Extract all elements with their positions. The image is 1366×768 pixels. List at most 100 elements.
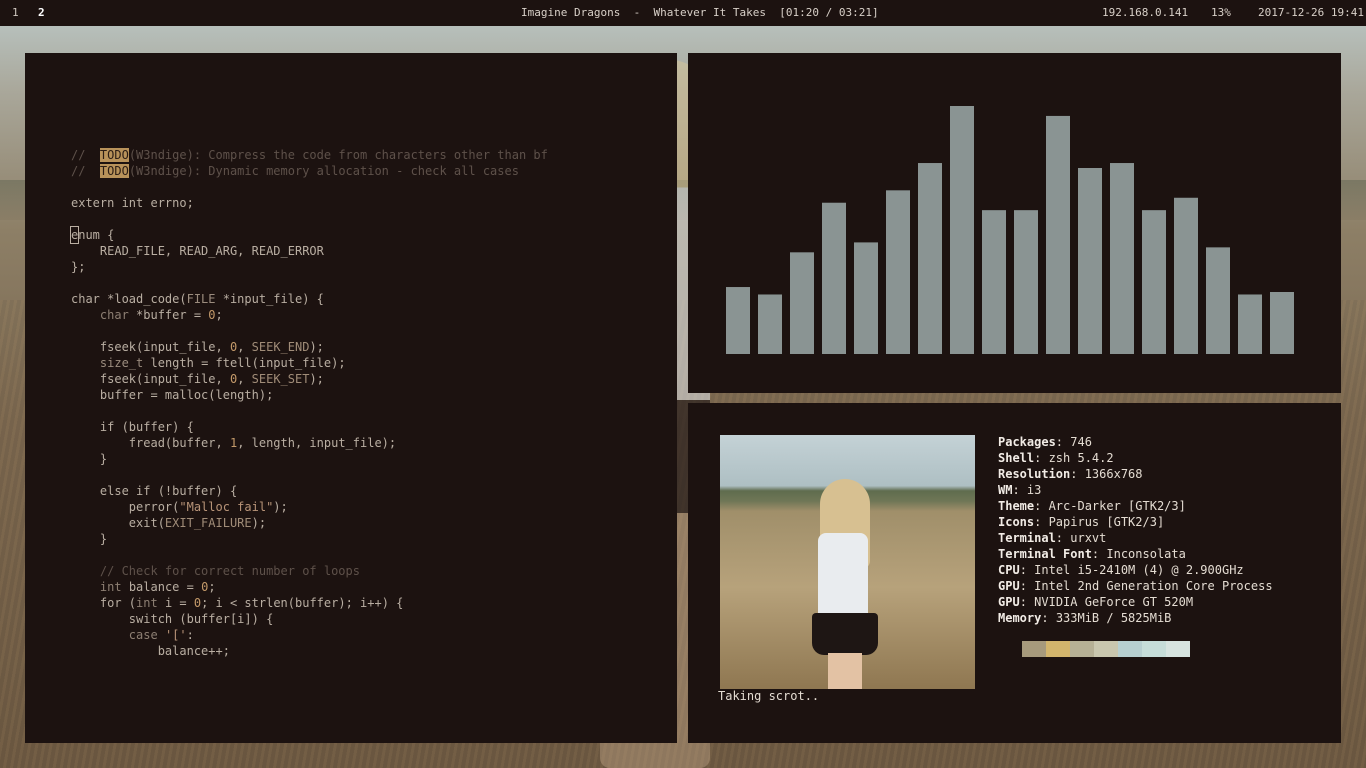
code-token: balance++;: [71, 644, 230, 658]
info-row: Terminal: urxvt: [998, 531, 1107, 545]
info-key: Terminal: [998, 531, 1056, 545]
info-key: Packages: [998, 435, 1056, 449]
visualizer-bar: [1270, 292, 1294, 354]
system-info-list: Packages: 746 Shell: zsh 5.4.2 Resolution:…: [998, 434, 1273, 626]
code-line: // Check for correct number of loops: [71, 563, 548, 579]
code-token: );: [309, 372, 324, 386]
audio-visualizer-window: [688, 53, 1341, 393]
visualizer-bar: [1110, 163, 1134, 354]
info-value: 1366x768: [1084, 467, 1143, 481]
workspace-1[interactable]: 1: [12, 0, 19, 26]
code-token: SEEK_END: [251, 340, 310, 354]
code-token: balance =: [121, 580, 202, 594]
code-line: char *load_code(FILE *input_file) {: [71, 291, 548, 307]
info-key: GPU: [998, 595, 1020, 609]
color-swatch: [1142, 641, 1166, 657]
info-value: urxvt: [1070, 531, 1107, 545]
visualizer-bar: [854, 242, 878, 354]
code-token: char *load_code(: [71, 292, 187, 306]
code-token: );: [251, 516, 267, 530]
volume-level: 13%: [1211, 6, 1231, 19]
code-token: 0: [193, 596, 202, 610]
visualizer-bar: [950, 106, 974, 354]
info-row: WM: i3: [998, 483, 1042, 497]
visualizer-bar: [1078, 168, 1102, 354]
info-value: Intel 2nd Generation Core Process: [1034, 579, 1273, 593]
info-key: Shell: [998, 451, 1035, 465]
code-line: extern int errno;: [71, 195, 548, 211]
visualizer-bar: [726, 287, 750, 354]
visualizer-bar: [886, 190, 910, 354]
code-line: READ_FILE, READ_ARG, READ_ERROR: [71, 243, 548, 259]
visualizer-bar: [1046, 115, 1070, 354]
code-token: ,: [237, 340, 252, 354]
code-token: , length, input_file);: [237, 436, 397, 450]
code-line: perror("Malloc fail");: [71, 499, 548, 515]
visualizer-bar: [1142, 210, 1166, 354]
color-swatch: [1046, 641, 1070, 657]
code-token: SEEK_SET: [251, 372, 310, 386]
info-row: Packages: 746: [998, 435, 1092, 449]
code-token: }: [71, 532, 108, 546]
code-token: "Malloc fail": [179, 500, 274, 514]
info-row: Memory: 333MiB / 5825MiB: [998, 611, 1172, 625]
info-key: CPU: [998, 563, 1020, 577]
code-line: balance++;: [71, 643, 548, 659]
code-token: fseek(input_file,: [71, 372, 230, 386]
code-line: else if (!buffer) {: [71, 483, 548, 499]
status-bar: 1 2 Imagine Dragons - Whatever It Takes …: [0, 0, 1366, 26]
code-line: // TODO(W3ndige): Compress the code from…: [71, 147, 548, 163]
code-token: );: [309, 340, 324, 354]
code-token: // Check for correct number of loops: [71, 564, 360, 578]
info-key: Memory: [998, 611, 1042, 625]
code-token: }: [71, 452, 108, 466]
color-swatch: [1022, 641, 1046, 657]
code-token: for (: [71, 596, 137, 610]
info-key: Theme: [998, 499, 1035, 513]
code-token: :: [186, 628, 194, 642]
code-line: fread(buffer, 1, length, input_file);: [71, 435, 548, 451]
code-token: 0: [208, 308, 216, 322]
code-line: };: [71, 259, 548, 275]
info-row: Theme: Arc-Darker [GTK2/3]: [998, 499, 1186, 513]
code-token: char: [99, 308, 129, 322]
code-token: EXIT_FAILURE: [164, 516, 252, 530]
info-row: Shell: zsh 5.4.2: [998, 451, 1114, 465]
fetch-image: [720, 435, 975, 689]
code-editor-window[interactable]: // TODO(W3ndige): Compress the code from…: [25, 53, 677, 743]
code-buffer[interactable]: // TODO(W3ndige): Compress the code from…: [70, 147, 548, 659]
code-token: FILE: [186, 292, 216, 306]
code-token: perror(: [71, 500, 180, 514]
ip-address: 192.168.0.141: [1102, 6, 1189, 19]
code-token: ;: [215, 308, 223, 322]
info-value: NVIDIA GeForce GT 520M: [1034, 595, 1194, 609]
code-token: TODO: [99, 164, 129, 178]
code-token: int: [99, 580, 122, 594]
code-token: ;: [208, 580, 216, 594]
visualizer-bar: [918, 163, 942, 354]
code-token: (W3ndige): Compress the code from charac…: [128, 148, 548, 162]
code-token: *input_file) {: [215, 292, 324, 306]
code-line: }: [71, 451, 548, 467]
code-line: fseek(input_file, 0, SEEK_SET);: [71, 371, 548, 387]
info-key: Icons: [998, 515, 1035, 529]
info-row: CPU: Intel i5-2410M (4) @ 2.900GHz: [998, 563, 1244, 577]
info-row: GPU: NVIDIA GeForce GT 520M: [998, 595, 1194, 609]
code-token: fseek(input_file,: [71, 340, 230, 354]
code-line: char *buffer = 0;: [71, 307, 548, 323]
code-line: }: [71, 531, 548, 547]
info-key: Terminal Font: [998, 547, 1092, 561]
workspace-2[interactable]: 2: [38, 0, 45, 26]
code-token: size_t: [99, 356, 144, 370]
info-row: Resolution: 1366x768: [998, 467, 1143, 481]
code-token: READ_FILE, READ_ARG, READ_ERROR: [71, 244, 324, 258]
code-token: };: [71, 260, 86, 274]
info-value: zsh 5.4.2: [1048, 451, 1114, 465]
